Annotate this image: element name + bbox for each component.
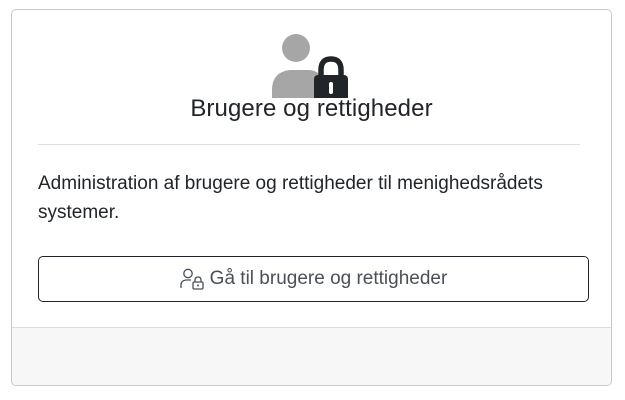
- go-to-users-permissions-button[interactable]: Gå til brugere og rettigheder: [38, 256, 589, 302]
- divider: [38, 144, 580, 145]
- user-lock-outline-icon: [180, 268, 204, 290]
- user-lock-icon: [272, 34, 348, 98]
- card-title: Brugere og rettigheder: [190, 95, 433, 122]
- users-permissions-card: Brugere og rettigheder Administration af…: [11, 9, 612, 386]
- go-to-users-permissions-label: Gå til brugere og rettigheder: [209, 268, 448, 289]
- card-footer: [12, 327, 611, 385]
- card-description: Administration af brugere og rettigheder…: [38, 173, 543, 223]
